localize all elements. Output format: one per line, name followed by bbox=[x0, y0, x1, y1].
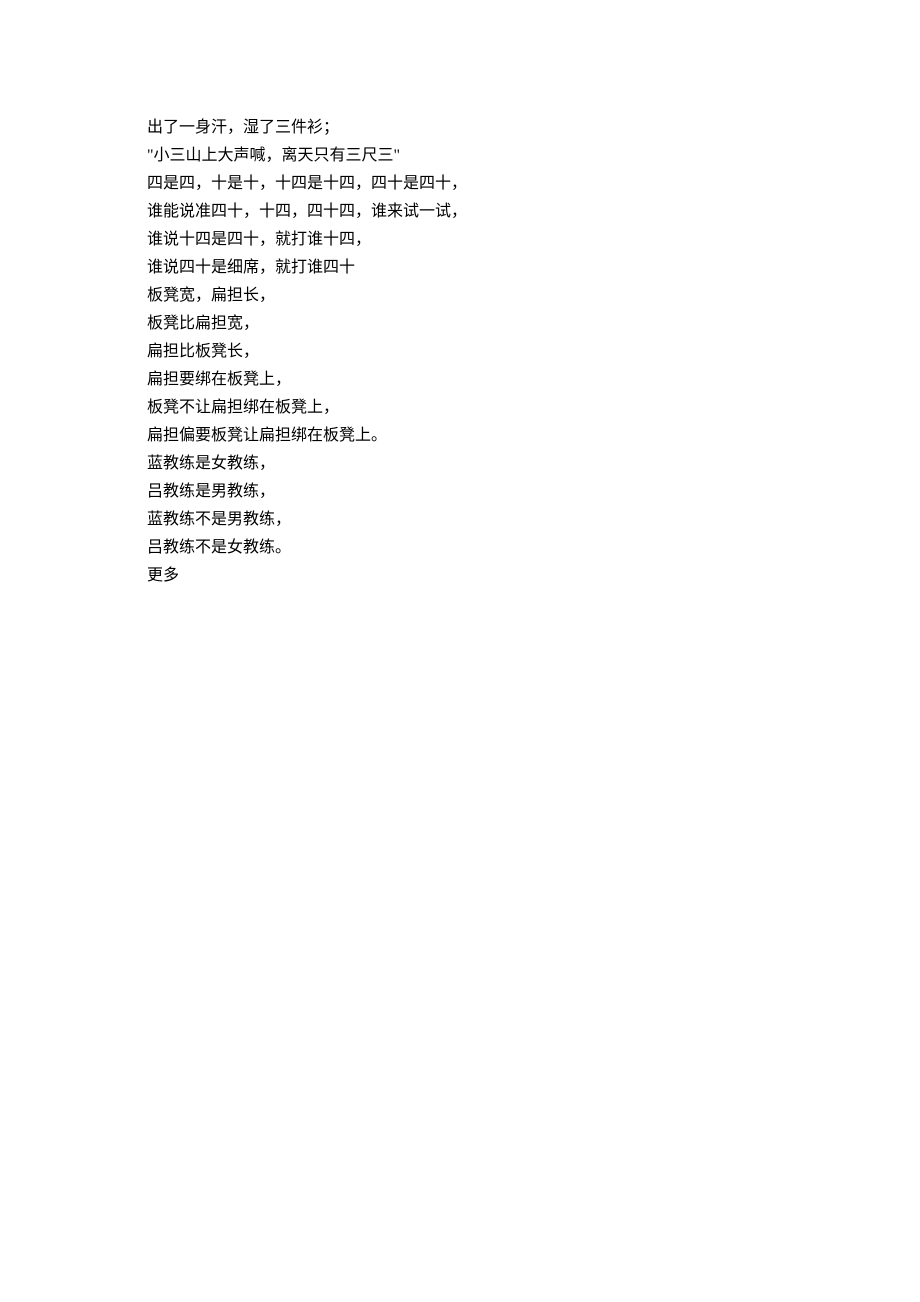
text-line: 蓝教练是女教练， bbox=[147, 450, 920, 478]
text-line: 板凳不让扁担绑在板凳上， bbox=[147, 394, 920, 422]
text-line: "小三山上大声喊，离天只有三尺三" bbox=[147, 142, 920, 170]
text-line: 扁担偏要板凳让扁担绑在板凳上。 bbox=[147, 422, 920, 450]
text-line: 板凳比扁担宽， bbox=[147, 310, 920, 338]
text-line: 扁担要绑在板凳上， bbox=[147, 366, 920, 394]
text-line: 谁说十四是四十，就打谁十四， bbox=[147, 226, 920, 254]
text-line: 扁担比板凳长， bbox=[147, 338, 920, 366]
text-line: 谁能说准四十，十四，四十四，谁来试一试， bbox=[147, 198, 920, 226]
text-line: 蓝教练不是男教练， bbox=[147, 506, 920, 534]
text-line: 吕教练是男教练， bbox=[147, 478, 920, 506]
text-line: 出了一身汗，湿了三件衫； bbox=[147, 114, 920, 142]
text-line: 更多 bbox=[147, 562, 920, 590]
text-line: 四是四，十是十，十四是十四，四十是四十， bbox=[147, 170, 920, 198]
text-line: 谁说四十是细席，就打谁四十 bbox=[147, 254, 920, 282]
text-line: 板凳宽，扁担长， bbox=[147, 282, 920, 310]
document-page: 出了一身汗，湿了三件衫； "小三山上大声喊，离天只有三尺三" 四是四，十是十，十… bbox=[0, 0, 920, 1302]
text-line: 吕教练不是女教练。 bbox=[147, 534, 920, 562]
